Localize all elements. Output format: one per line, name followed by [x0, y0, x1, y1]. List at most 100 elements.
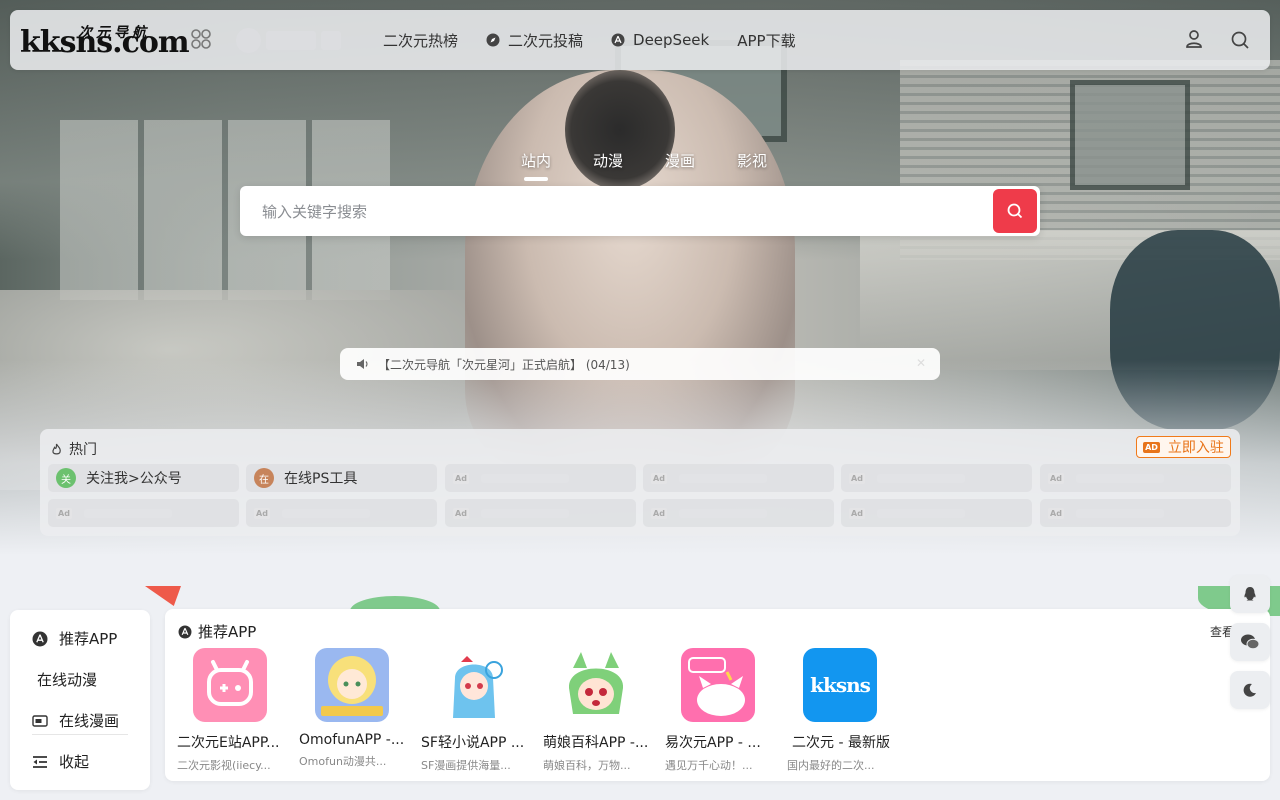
search-button[interactable] — [993, 189, 1037, 233]
panel-title-label: 推荐APP — [198, 623, 257, 641]
app-icon-sf-novel — [437, 648, 511, 722]
hot-section: 热门 AD 立即入驻 关 关注我>公众号 在 在线PS工具 Ad Ad Ad A… — [40, 429, 1240, 536]
nav-link-submit[interactable]: 二次元投稿 — [486, 30, 583, 51]
hero-picture-frame — [1070, 80, 1190, 190]
sidebar-item-recommend-app[interactable]: 推荐APP — [32, 628, 117, 649]
collapse-icon — [33, 755, 47, 768]
app-name: 易次元APP - ... — [665, 735, 761, 751]
dark-mode-button[interactable] — [1230, 671, 1270, 709]
close-icon[interactable]: ✕ — [916, 356, 926, 370]
loading-placeholder — [876, 473, 965, 483]
sidebar-item-online-comic[interactable]: 在线漫画 — [32, 710, 119, 731]
main-nav: 二次元热榜 二次元投稿 DeepSeek APP下载 — [383, 10, 824, 70]
wechat-button[interactable] — [1230, 623, 1270, 661]
ad-slot[interactable]: Ad — [445, 464, 636, 492]
loading-placeholder — [1075, 473, 1164, 483]
search-icon[interactable] — [1230, 30, 1250, 50]
app-card[interactable]: 萌娘百科APP -... 萌娘百科，万物... — [543, 648, 653, 773]
hot-title-label: 热门 — [69, 442, 97, 458]
ad-slot[interactable]: Ad — [1040, 499, 1231, 527]
site-logo[interactable]: kksns.com 次元导航 — [20, 20, 195, 60]
nav-link-app-download[interactable]: APP下载 — [737, 30, 795, 51]
ad-tag: Ad — [453, 507, 469, 519]
app-desc: 萌娘百科，万物... — [543, 759, 631, 772]
decoration-shape — [145, 586, 181, 606]
loading-placeholder — [236, 28, 261, 53]
search-icon — [1007, 203, 1023, 219]
hot-link-label: 在线PS工具 — [284, 471, 358, 487]
app-card[interactable]: SF轻小说APP ... SF漫画提供海量... — [421, 648, 531, 773]
logo-subtext: 次元导航 — [78, 25, 150, 41]
search-tab-anime[interactable]: 动漫 — [572, 150, 644, 184]
ad-slot[interactable]: Ad — [643, 464, 834, 492]
ad-badge-icon: AD — [1143, 441, 1160, 453]
nav-link-label: DeepSeek — [633, 31, 710, 49]
hot-link-label: 关注我>公众号 — [86, 471, 182, 487]
sidebar-item-label: 在线动漫 — [37, 671, 98, 689]
ad-slot[interactable]: Ad — [841, 464, 1032, 492]
ad-slot[interactable]: Ad — [445, 499, 636, 527]
ad-tag: Ad — [254, 507, 270, 519]
app-desc: 二次元影视(iiecy... — [177, 759, 271, 772]
hot-link-wechat[interactable]: 关 关注我>公众号 — [48, 464, 239, 492]
app-name: 二次元 - 最新版 — [792, 735, 890, 751]
app-card[interactable]: kksns 二次元 - 最新版 国内最好的二次... — [787, 648, 897, 773]
app-desc: SF漫画提供海量... — [421, 759, 511, 772]
hot-link-ps[interactable]: 在 在线PS工具 — [246, 464, 437, 492]
sidebar-item-online-anime[interactable]: 在线动漫 — [37, 669, 97, 690]
ad-tag: Ad — [651, 472, 667, 484]
app-name: 二次元E站APP... — [177, 735, 280, 751]
search-input[interactable] — [260, 186, 984, 238]
dark-mode-icon — [1243, 683, 1256, 697]
app-card[interactable]: OmofunAPP -... Omofun动漫共... — [299, 648, 409, 769]
app-desc: Omofun动漫共... — [299, 755, 387, 768]
app-card[interactable]: 二次元E站APP... 二次元影视(iiecy... — [177, 648, 287, 773]
top-navbar: kksns.com 次元导航 二次元热榜 二次元投稿 DeepSeek APP下… — [10, 10, 1270, 70]
nav-link-label: 二次元投稿 — [508, 31, 584, 50]
app-store-icon — [32, 631, 48, 646]
search-tab-comic[interactable]: 漫画 — [644, 150, 716, 184]
app-icon-moegirl — [559, 648, 633, 722]
user-icon[interactable] — [1184, 29, 1204, 49]
loading-placeholder — [266, 31, 316, 50]
app-store-icon — [611, 33, 625, 47]
join-button[interactable]: AD 立即入驻 — [1136, 436, 1231, 458]
loading-placeholder — [876, 508, 965, 518]
sidebar-collapse-button[interactable]: 收起 — [32, 751, 89, 772]
ad-slot[interactable]: Ad — [48, 499, 239, 527]
ad-tag: Ad — [1048, 472, 1064, 484]
qq-button[interactable] — [1230, 575, 1270, 613]
qq-icon — [1244, 587, 1256, 601]
search-box — [240, 186, 1040, 238]
panel-title: 推荐APP — [178, 621, 256, 642]
recommend-app-panel: 推荐APP 查看更多 二次元E站APP... 二次元影视(iiecy... — [165, 609, 1270, 781]
left-sidebar: 推荐APP 在线动漫 在线漫画 收起 — [10, 610, 150, 790]
apps-grid-icon[interactable] — [190, 28, 212, 50]
ad-slot[interactable]: Ad — [246, 499, 437, 527]
ad-tag: Ad — [453, 472, 469, 484]
search-tab-video[interactable]: 影视 — [716, 150, 788, 184]
app-icon-text: kksns — [810, 673, 871, 697]
nav-link-hot[interactable]: 二次元热榜 — [383, 30, 458, 51]
app-name: SF轻小说APP ... — [421, 735, 525, 751]
search-tab-site[interactable]: 站内 — [500, 150, 572, 184]
app-desc: 遇见万千心动！... — [665, 759, 753, 772]
ad-slot[interactable]: Ad — [1040, 464, 1231, 492]
nav-link-deepseek[interactable]: DeepSeek — [611, 31, 709, 49]
loading-placeholder — [678, 473, 767, 483]
ad-tag: Ad — [849, 472, 865, 484]
wechat-icon — [1241, 634, 1260, 650]
ad-tag: Ad — [1048, 507, 1064, 519]
sidebar-item-label: 推荐APP — [59, 630, 118, 648]
announcement-text: 【二次元导航「次元星河」正式启航】 (04/13) — [378, 357, 630, 372]
announcement-bar[interactable]: 【二次元导航「次元星河」正式启航】 (04/13) ✕ — [340, 348, 940, 380]
loading-placeholder — [321, 31, 341, 50]
comic-icon — [32, 714, 48, 727]
nav-link-label: 二次元热榜 — [383, 31, 459, 50]
ad-slot[interactable]: Ad — [841, 499, 1032, 527]
app-card[interactable]: 易次元APP - ... 遇见万千心动！... — [665, 648, 775, 773]
sidebar-item-label: 在线漫画 — [59, 712, 120, 730]
avatar: 关 — [56, 468, 76, 488]
loading-placeholder — [480, 473, 569, 483]
ad-slot[interactable]: Ad — [643, 499, 834, 527]
